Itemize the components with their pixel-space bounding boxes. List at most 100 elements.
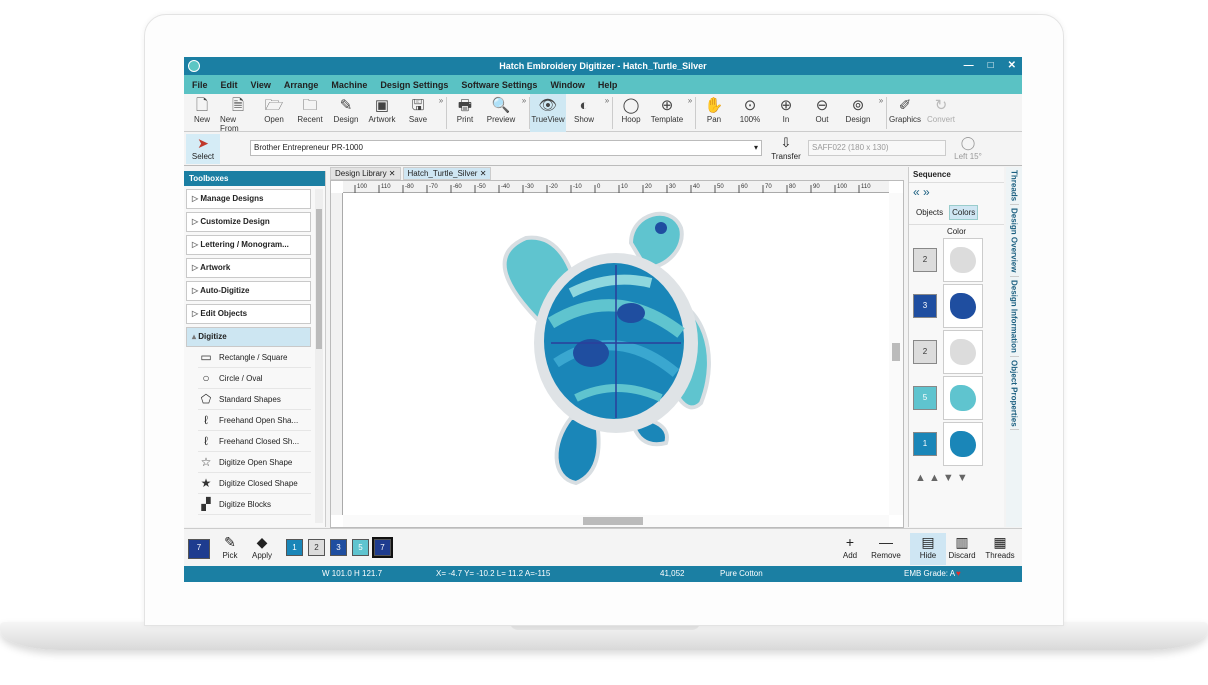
object-thumbnail[interactable] <box>943 422 983 466</box>
tab-colors[interactable]: Colors <box>949 205 979 220</box>
toolbar-trueview-button[interactable]: 👁 TrueView <box>530 94 566 132</box>
toolbar-artwork-button[interactable]: ▣ Artwork <box>364 94 400 132</box>
canvas-vertical-scrollbar[interactable] <box>889 193 903 515</box>
menu-view[interactable]: View <box>251 80 271 90</box>
toolbar-pan-button[interactable]: ✋ Pan <box>696 94 732 132</box>
move-down-icon[interactable]: ▼ <box>943 472 954 484</box>
toolbox-item-freehand-closed-sh[interactable]: ℓ Freehand Closed Sh... <box>198 431 311 452</box>
menu-machine[interactable]: Machine <box>331 80 367 90</box>
canvas-horizontal-scrollbar[interactable] <box>343 515 889 527</box>
remove-color-button[interactable]: — Remove <box>868 533 904 560</box>
move-top-icon[interactable]: ▲ <box>915 472 926 484</box>
threads-button[interactable]: ▦ Threads <box>982 533 1018 560</box>
tab-hatch-turtle-silver[interactable]: Hatch_Turtle_Silver ✕ <box>402 167 492 180</box>
chevron-double-left-icon[interactable]: « <box>913 185 920 199</box>
toolbar-design-button[interactable]: ⊚ Design <box>840 94 876 132</box>
object-thumbnail[interactable] <box>943 376 983 420</box>
move-up-icon[interactable]: ▲ <box>929 472 940 484</box>
close-icon[interactable]: ✕ <box>387 169 396 178</box>
toolbar-overflow-icon[interactable]: » <box>685 94 695 131</box>
hoop-position-button[interactable]: ◯ Left 15° <box>950 134 986 161</box>
palette-swatch[interactable]: 3 <box>330 539 347 556</box>
menu-edit[interactable]: Edit <box>221 80 238 90</box>
sequence-color-row[interactable]: 2 <box>913 330 1000 374</box>
move-bottom-icon[interactable]: ▼ <box>957 472 968 484</box>
transfer-button[interactable]: ⇩ Transfer <box>768 134 804 161</box>
sequence-color-row[interactable]: 1 <box>913 422 1000 466</box>
palette-swatch[interactable]: 1 <box>286 539 303 556</box>
minimize-button[interactable]: — <box>964 57 974 75</box>
toolbar-save-button[interactable]: 🖫 Save <box>400 94 436 132</box>
toolbox-category-customize-design[interactable]: ▷ Customize Design <box>186 212 311 232</box>
color-swatch[interactable]: 2 <box>913 248 937 272</box>
toolbar-template-button[interactable]: ⊕ Template <box>649 94 685 132</box>
machine-select[interactable]: Brother Entrepreneur PR-1000 ▾ <box>250 140 762 156</box>
toolbar-overflow-icon[interactable]: » <box>602 94 612 131</box>
toolbar-open-button[interactable]: 🗁 Open <box>256 94 292 132</box>
toolbar-preview-button[interactable]: 🔍 Preview <box>483 94 519 132</box>
toolbar-design-button[interactable]: ✎ Design <box>328 94 364 132</box>
side-tab-design-overview[interactable]: Design Overview <box>1009 205 1019 277</box>
color-swatch[interactable]: 3 <box>913 294 937 318</box>
toolbar-in-button[interactable]: ⊕ In <box>768 94 804 132</box>
toolbox-item-standard-shapes[interactable]: ⬠ Standard Shapes <box>198 389 311 410</box>
color-swatch[interactable]: 2 <box>913 340 937 364</box>
tab-design-library[interactable]: Design Library ✕ <box>330 167 401 180</box>
toolbar-recent-button[interactable]: 🗀 Recent <box>292 94 328 132</box>
maximize-button[interactable]: □ <box>988 57 994 75</box>
toolbar-hoop-button[interactable]: ◯ Hoop <box>613 94 649 132</box>
toolbar-100--button[interactable]: ⊙ 100% <box>732 94 768 132</box>
close-icon[interactable]: ✕ <box>477 169 487 178</box>
toolbox-scrollbar[interactable] <box>315 189 323 523</box>
side-tab-threads[interactable]: Threads <box>1009 167 1019 206</box>
toolbox-item-rectangle-square[interactable]: ▭ Rectangle / Square <box>198 347 311 368</box>
toolbar-new-from-button[interactable]: 🗎 New From <box>220 94 256 133</box>
palette-swatch[interactable]: 7 <box>372 537 393 558</box>
select-tool-button[interactable]: ➤ Select <box>186 134 220 164</box>
add-color-button[interactable]: + Add <box>832 533 868 560</box>
object-thumbnail[interactable] <box>943 238 983 282</box>
toolbar-overflow-icon[interactable]: » <box>876 94 886 131</box>
menu-arrange[interactable]: Arrange <box>284 80 319 90</box>
toolbox-category-manage-designs[interactable]: ▷ Manage Designs <box>186 189 311 209</box>
toolbox-item-digitize-closed-shape[interactable]: ★ Digitize Closed Shape <box>198 473 311 494</box>
toolbox-category-auto-digitize[interactable]: ▷ Auto-Digitize <box>186 281 311 301</box>
close-button[interactable]: ✕ <box>1008 57 1016 75</box>
toolbar-overflow-icon[interactable]: » <box>519 94 529 131</box>
toolbox-item-digitize-open-shape[interactable]: ☆ Digitize Open Shape <box>198 452 311 473</box>
chevron-double-right-icon[interactable]: » <box>923 185 930 199</box>
apply-button[interactable]: ◆ Apply <box>244 533 280 560</box>
toolbox-item-digitize-blocks[interactable]: ▞ Digitize Blocks <box>198 494 311 515</box>
side-tab-object-properties[interactable]: Object Properties <box>1009 357 1019 431</box>
discard-button[interactable]: ▥ Discard <box>944 533 980 560</box>
color-swatch[interactable]: 5 <box>913 386 937 410</box>
toolbar-overflow-icon[interactable]: » <box>436 94 446 131</box>
toolbox-category-artwork[interactable]: ▷ Artwork <box>186 258 311 278</box>
toolbar-show-button[interactable]: ◐ Show <box>566 94 602 132</box>
color-swatch[interactable]: 1 <box>913 432 937 456</box>
object-thumbnail[interactable] <box>943 330 983 374</box>
toolbar-print-button[interactable]: 🖶 Print <box>447 94 483 132</box>
turtle-embroidery-design[interactable] <box>481 203 731 503</box>
hoop-select[interactable]: SAFF022 (180 x 130) <box>808 140 946 156</box>
toolbar-new-button[interactable]: 🗋 New <box>184 94 220 132</box>
menu-window[interactable]: Window <box>550 80 584 90</box>
palette-swatch[interactable]: 2 <box>308 539 325 556</box>
object-thumbnail[interactable] <box>943 284 983 328</box>
sequence-color-row[interactable]: 3 <box>913 284 1000 328</box>
hide-button[interactable]: ▤ Hide <box>910 533 946 565</box>
palette-swatch[interactable]: 5 <box>352 539 369 556</box>
toolbar-graphics-button[interactable]: ✐ Graphics <box>887 94 923 132</box>
design-canvas[interactable]: 100 110 -80 -70 -60 -50 -40 -30 -20 -10 0 10 20 30 40 5… <box>330 180 904 528</box>
side-tab-design-information[interactable]: Design Information <box>1009 277 1019 357</box>
toolbox-category-digitize[interactable]: ▴ Digitize <box>186 327 311 347</box>
tab-objects[interactable]: Objects <box>913 205 946 220</box>
toolbar-convert-button[interactable]: ↻ Convert <box>923 94 959 132</box>
current-color-swatch[interactable]: 7 <box>188 539 210 559</box>
toolbox-item-circle-oval[interactable]: ○ Circle / Oval <box>198 368 311 389</box>
toolbox-category-lettering-monogram[interactable]: ▷ Lettering / Monogram... <box>186 235 311 255</box>
pick-button[interactable]: ✎ Pick <box>212 533 248 560</box>
menu-software-settings[interactable]: Software Settings <box>461 80 537 90</box>
toolbox-item-freehand-open-sha[interactable]: ℓ Freehand Open Sha... <box>198 410 311 431</box>
menu-design-settings[interactable]: Design Settings <box>380 80 448 90</box>
